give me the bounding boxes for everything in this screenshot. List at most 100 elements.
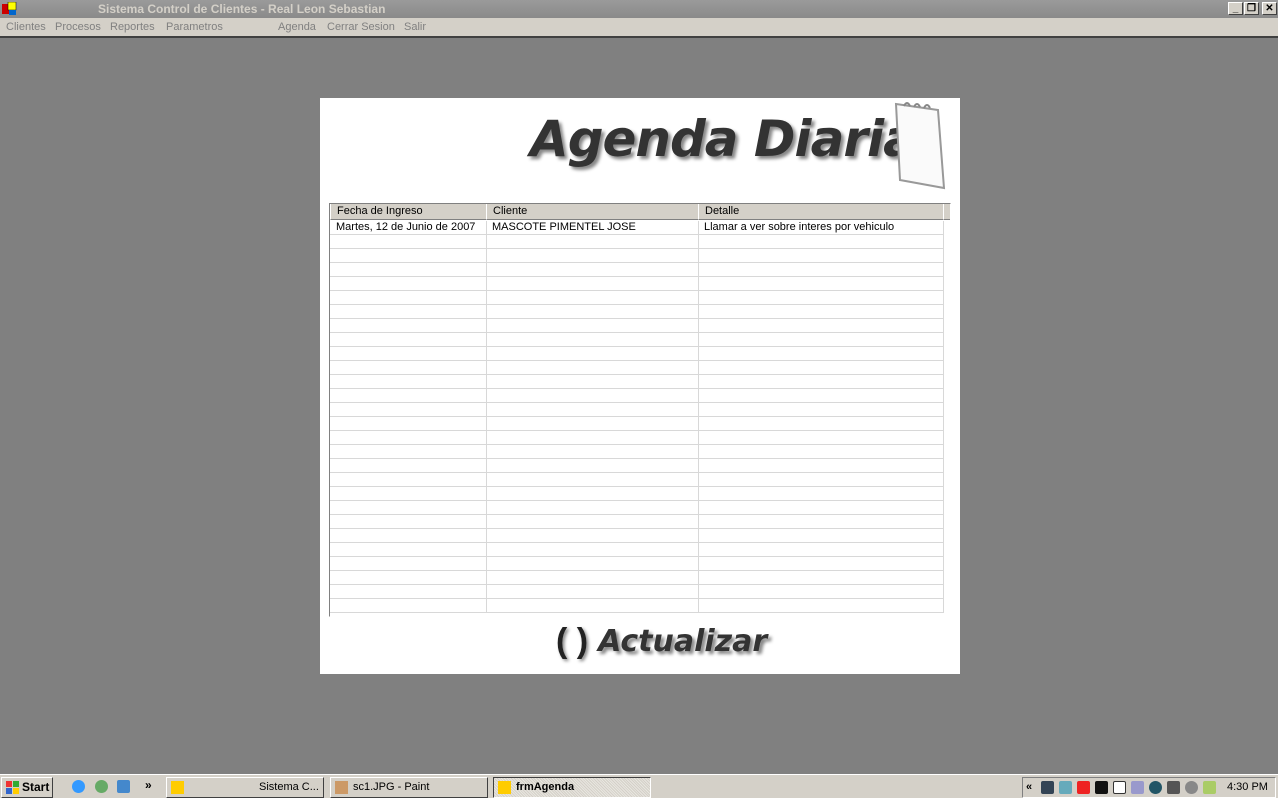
- cell-cliente[interactable]: [486, 445, 699, 459]
- table-row[interactable]: [330, 389, 944, 403]
- cell-fecha[interactable]: [330, 445, 487, 459]
- cell-fecha[interactable]: [330, 459, 487, 473]
- table-row[interactable]: [330, 375, 944, 389]
- cell-detalle[interactable]: [698, 277, 944, 291]
- agenda-grid[interactable]: Fecha de Ingreso Cliente Detalle Martes,…: [329, 203, 951, 617]
- cell-detalle[interactable]: [698, 305, 944, 319]
- cell-detalle[interactable]: [698, 403, 944, 417]
- table-row[interactable]: [330, 403, 944, 417]
- outlook-express-icon[interactable]: [117, 780, 130, 793]
- cell-cliente[interactable]: [486, 487, 699, 501]
- music-player-icon[interactable]: [95, 780, 108, 793]
- cell-fecha[interactable]: [330, 277, 487, 291]
- cell-cliente[interactable]: [486, 291, 699, 305]
- table-row[interactable]: [330, 599, 944, 613]
- cell-cliente[interactable]: [486, 319, 699, 333]
- cell-fecha[interactable]: [330, 571, 487, 585]
- cell-fecha[interactable]: [330, 305, 487, 319]
- cell-detalle[interactable]: [698, 417, 944, 431]
- cell-detalle[interactable]: [698, 333, 944, 347]
- cell-detalle[interactable]: [698, 487, 944, 501]
- cell-fecha[interactable]: [330, 431, 487, 445]
- menu-agenda[interactable]: Agenda: [278, 21, 316, 33]
- cell-fecha[interactable]: [330, 417, 487, 431]
- flash-icon[interactable]: [1077, 781, 1090, 794]
- cell-detalle[interactable]: [698, 235, 944, 249]
- network-icon[interactable]: [1041, 781, 1054, 794]
- start-button[interactable]: Start: [1, 777, 53, 798]
- a-icon[interactable]: [1149, 781, 1162, 794]
- minimize-button[interactable]: _: [1228, 2, 1243, 15]
- cell-detalle[interactable]: [698, 291, 944, 305]
- cell-fecha[interactable]: [330, 501, 487, 515]
- restore-button[interactable]: ❐: [1244, 2, 1259, 15]
- cell-detalle[interactable]: [698, 431, 944, 445]
- table-row[interactable]: [330, 515, 944, 529]
- table-row[interactable]: [330, 487, 944, 501]
- cell-cliente[interactable]: [486, 375, 699, 389]
- tray-expand-button[interactable]: «: [1026, 778, 1032, 797]
- column-header-fecha[interactable]: Fecha de Ingreso: [330, 204, 487, 220]
- table-row[interactable]: [330, 305, 944, 319]
- table-row[interactable]: [330, 585, 944, 599]
- cell-fecha[interactable]: [330, 487, 487, 501]
- table-row[interactable]: [330, 235, 944, 249]
- menu-clientes[interactable]: Clientes: [6, 21, 46, 33]
- table-row[interactable]: [330, 417, 944, 431]
- refresh-button[interactable]: ( ) Actualizar: [556, 620, 767, 662]
- cell-fecha[interactable]: [330, 263, 487, 277]
- cell-cliente[interactable]: [486, 347, 699, 361]
- close-button[interactable]: ✕: [1262, 2, 1277, 15]
- cell-detalle[interactable]: [698, 515, 944, 529]
- cell-fecha[interactable]: [330, 361, 487, 375]
- cell-fecha[interactable]: [330, 333, 487, 347]
- cell-detalle[interactable]: [698, 473, 944, 487]
- cell-cliente[interactable]: MASCOTE PIMENTEL JOSE: [486, 221, 699, 235]
- table-row[interactable]: [330, 333, 944, 347]
- cell-fecha[interactable]: [330, 403, 487, 417]
- cell-cliente[interactable]: [486, 571, 699, 585]
- cell-detalle[interactable]: [698, 389, 944, 403]
- cell-detalle[interactable]: [698, 459, 944, 473]
- taskbar-item-sistema[interactable]: Sistema C...: [166, 777, 324, 798]
- quicklaunch-more[interactable]: »: [145, 778, 152, 792]
- table-row[interactable]: Martes, 12 de Junio de 2007 MASCOTE PIMEN…: [330, 221, 944, 235]
- cell-cliente[interactable]: [486, 361, 699, 375]
- connection-icon[interactable]: [1203, 781, 1216, 794]
- cell-detalle[interactable]: [698, 319, 944, 333]
- cell-cliente[interactable]: [486, 403, 699, 417]
- cell-fecha[interactable]: [330, 543, 487, 557]
- cell-cliente[interactable]: [486, 431, 699, 445]
- volume-icon[interactable]: [1185, 781, 1198, 794]
- cell-detalle[interactable]: [698, 543, 944, 557]
- cell-cliente[interactable]: [486, 277, 699, 291]
- table-row[interactable]: [330, 445, 944, 459]
- table-row[interactable]: [330, 459, 944, 473]
- taskbar-item-paint[interactable]: sc1.JPG - Paint: [330, 777, 488, 798]
- cell-detalle[interactable]: [698, 599, 944, 613]
- cell-fecha[interactable]: [330, 473, 487, 487]
- cell-fecha[interactable]: [330, 319, 487, 333]
- messenger-icon[interactable]: [1059, 781, 1072, 794]
- cell-cliente[interactable]: [486, 263, 699, 277]
- cell-detalle[interactable]: [698, 445, 944, 459]
- cell-cliente[interactable]: [486, 543, 699, 557]
- table-row[interactable]: [330, 249, 944, 263]
- table-row[interactable]: [330, 291, 944, 305]
- cell-cliente[interactable]: [486, 515, 699, 529]
- cell-fecha[interactable]: [330, 557, 487, 571]
- cell-fecha[interactable]: Martes, 12 de Junio de 2007: [330, 221, 487, 235]
- cell-cliente[interactable]: [486, 557, 699, 571]
- cell-detalle[interactable]: [698, 571, 944, 585]
- table-row[interactable]: [330, 571, 944, 585]
- cell-detalle[interactable]: [698, 585, 944, 599]
- taskbar-item-frmagenda[interactable]: frmAgenda: [493, 777, 651, 798]
- table-row[interactable]: [330, 361, 944, 375]
- menu-procesos[interactable]: Procesos: [55, 21, 101, 33]
- cell-cliente[interactable]: [486, 235, 699, 249]
- mail-icon[interactable]: [1131, 781, 1144, 794]
- table-row[interactable]: [330, 543, 944, 557]
- device-icon[interactable]: [1095, 781, 1108, 794]
- cell-fecha[interactable]: [330, 389, 487, 403]
- column-header-detalle[interactable]: Detalle: [698, 204, 944, 220]
